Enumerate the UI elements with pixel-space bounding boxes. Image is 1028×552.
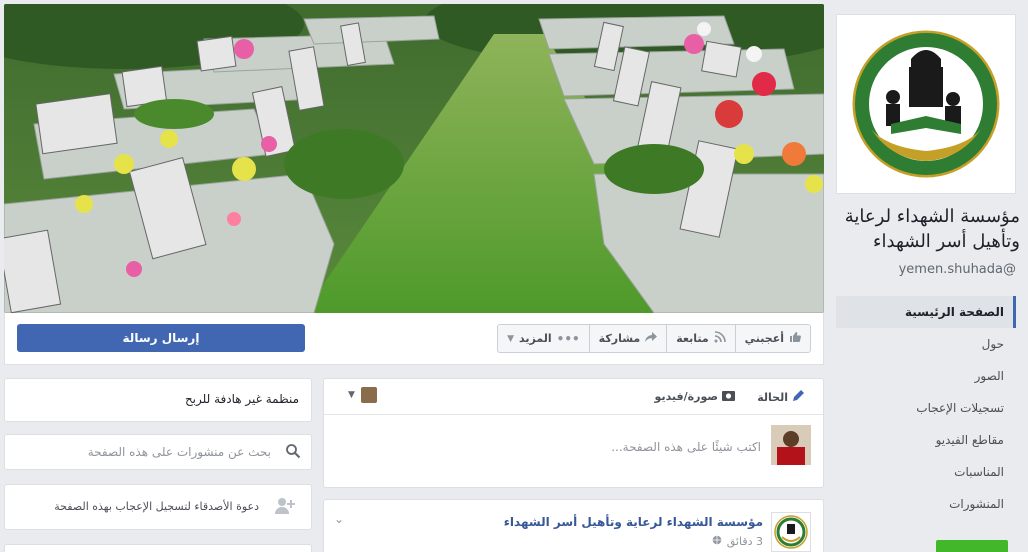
- nav-item-photos[interactable]: الصور: [836, 360, 1016, 392]
- left-column-card: [4, 544, 312, 552]
- composer-input[interactable]: اكتب شيئًا على هذه الصفحة...: [611, 440, 761, 454]
- post-as-avatar: [360, 387, 377, 403]
- feed-post: مؤسسة الشهداء لرعاية وتأهيل أسر الشهداء …: [323, 499, 824, 552]
- more-dots-icon: •••: [556, 331, 580, 346]
- tab-status-label: الحالة: [757, 390, 788, 404]
- nav-item-events[interactable]: المناسبات: [836, 456, 1016, 488]
- share-button[interactable]: مشاركة: [588, 325, 667, 352]
- like-button[interactable]: أعجبني: [734, 325, 810, 352]
- cover-photo-image: [4, 4, 824, 313]
- post-author-name[interactable]: مؤسسة الشهداء لرعاية وتأهيل أسر الشهداء: [504, 515, 763, 529]
- share-label: مشاركة: [598, 332, 641, 345]
- send-message-button[interactable]: إرسال رسالة: [17, 324, 305, 352]
- composer-body: اكتب شيئًا على هذه الصفحة...: [324, 415, 823, 487]
- chevron-down-icon: ▼: [507, 333, 515, 344]
- tab-status[interactable]: الحالة: [757, 389, 805, 405]
- follow-label: متابعة: [676, 332, 709, 345]
- camera-icon: [722, 389, 735, 404]
- rss-icon: [714, 331, 726, 346]
- tab-photo-video-label: صورة/فيديو: [654, 390, 718, 403]
- page-nav: الصفحة الرئيسية حول الصور تسجيلات الإعجا…: [836, 296, 1016, 520]
- chevron-down-icon: ▼: [348, 390, 355, 400]
- chevron-down-icon[interactable]: ⌄: [334, 512, 344, 526]
- nav-item-about[interactable]: حول: [836, 328, 1016, 360]
- globe-icon: [712, 535, 722, 548]
- create-page-button[interactable]: [936, 540, 1008, 552]
- search-input[interactable]: بحث عن منشورات على هذه الصفحة: [88, 445, 271, 459]
- more-button[interactable]: ••• المزيد ▼: [498, 325, 589, 352]
- composer-tabs: الحالة صورة/فيديو ▼: [324, 379, 823, 415]
- pencil-icon: [792, 389, 805, 405]
- post-time[interactable]: 3 دقائق: [727, 535, 763, 548]
- like-label: أعجبني: [744, 332, 784, 345]
- nav-item-posts[interactable]: المنشورات: [836, 488, 1016, 520]
- page-title[interactable]: مؤسسة الشهداء لرعاية وتأهيل أسر الشهداء: [836, 204, 1020, 254]
- page-category-card: منظمة غير هادفة للربح: [4, 378, 312, 422]
- post-author-avatar[interactable]: [771, 512, 811, 552]
- tab-photo-video[interactable]: صورة/فيديو: [655, 389, 735, 404]
- page-username[interactable]: yemen.shuhada@: [836, 262, 1016, 277]
- post-as-selector[interactable]: ▼: [348, 387, 377, 403]
- thumbs-up-icon: [789, 331, 801, 346]
- invite-friends-card[interactable]: دعوة الأصدقاء لتسجيل الإعجاب بهذه الصفحة: [4, 484, 312, 530]
- nav-item-videos[interactable]: مقاطع الفيديو: [836, 424, 1016, 456]
- invite-friends-link[interactable]: دعوة الأصدقاء لتسجيل الإعجاب بهذه الصفحة: [54, 500, 259, 513]
- post-meta: 3 دقائق: [712, 535, 763, 548]
- profile-picture[interactable]: [836, 14, 1016, 194]
- page-post-search[interactable]: بحث عن منشورات على هذه الصفحة: [4, 434, 312, 470]
- cover-action-bar: إرسال رسالة أعجبني متابعة مشاركة ••• الم…: [4, 313, 824, 365]
- post-composer: الحالة صورة/فيديو ▼ اكتب شيئًا على هذه ا…: [323, 378, 824, 488]
- page-action-buttons: أعجبني متابعة مشاركة ••• المزيد ▼: [497, 324, 811, 353]
- nav-item-likes[interactable]: تسجيلات الإعجاب: [836, 392, 1016, 424]
- nav-item-home[interactable]: الصفحة الرئيسية: [836, 296, 1016, 328]
- search-icon: [285, 443, 301, 463]
- share-arrow-icon: [645, 331, 658, 346]
- more-label: المزيد: [519, 332, 552, 345]
- cover-photo[interactable]: [4, 4, 824, 313]
- user-avatar: [771, 425, 811, 465]
- page-category[interactable]: منظمة غير هادفة للربح: [185, 392, 299, 406]
- follow-button[interactable]: متابعة: [666, 325, 734, 352]
- organization-logo: [852, 30, 1000, 178]
- add-friend-icon: [275, 497, 295, 519]
